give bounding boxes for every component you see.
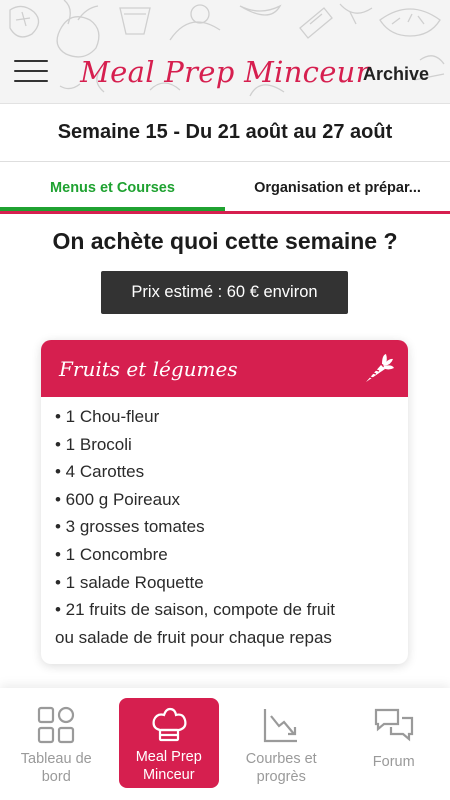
- nav-label: Forum: [341, 753, 446, 771]
- nav-label-line: Courbes et: [245, 751, 317, 767]
- list-item: • 1 salade Roquette: [55, 572, 204, 592]
- trend-chart-icon: [264, 709, 298, 743]
- tab-menus-courses[interactable]: Menus et Courses: [0, 163, 225, 213]
- list-item: • 1 Brocoli: [55, 434, 132, 454]
- nav-label: Courbes et progrès: [229, 750, 334, 786]
- price-estimate-badge: Prix estimé : 60 € environ: [101, 271, 348, 314]
- nav-courbes-progres[interactable]: Courbes et progrès: [225, 688, 338, 800]
- nav-meal-prep-minceur[interactable]: Meal Prep Minceur: [113, 688, 226, 800]
- nav-forum[interactable]: Forum: [338, 688, 450, 800]
- list-item: • 600 g Poireaux: [55, 489, 181, 509]
- nav-label-line: Meal Prep: [135, 749, 202, 765]
- carrot-icon: [366, 354, 394, 382]
- tab-bar-divider: [0, 211, 450, 214]
- chat-bubbles-icon: [374, 708, 413, 742]
- list-item: ou salade de fruit pour chaque repas: [55, 627, 332, 647]
- bottom-navigation: Tableau de bord Meal Prep Minceur Courbe…: [0, 688, 450, 800]
- nav-label: Meal Prep Minceur: [116, 748, 221, 784]
- archive-button[interactable]: Archive: [363, 64, 429, 85]
- chef-hat-icon: [152, 707, 187, 742]
- week-selector[interactable]: Semaine 15 - Du 21 août au 27 août: [0, 104, 450, 162]
- card-title: Fruits et légumes: [59, 356, 238, 381]
- tab-indicator: [0, 207, 450, 214]
- card-header: Fruits et légumes: [41, 340, 408, 397]
- nav-label-line: Tableau de: [20, 751, 92, 767]
- app-header: Meal Prep Minceur Archive: [0, 0, 450, 104]
- nav-label-line: Minceur: [142, 767, 195, 783]
- shopping-category-card: Fruits et légumes • 1 Chou-fleur • 1 Bro…: [41, 340, 408, 664]
- dashboard-grid-icon: [38, 706, 75, 744]
- section-heading: On achète quoi cette semaine ?: [52, 228, 398, 254]
- nav-label-line: Forum: [372, 754, 415, 770]
- tab-organisation[interactable]: Organisation et prépar...: [225, 163, 450, 213]
- nav-label: Tableau de bord: [4, 750, 109, 786]
- tab-bar: Menus et Courses Organisation et prépar.…: [0, 163, 450, 213]
- list-item: • 3 grosses tomates: [55, 517, 205, 537]
- nav-tableau-de-bord[interactable]: Tableau de bord: [0, 688, 113, 800]
- nav-label-line: progrès: [256, 769, 306, 785]
- nav-label-line: bord: [41, 769, 71, 785]
- list-item: • 4 Carottes: [55, 462, 145, 482]
- shopping-list: • 1 Chou-fleur • 1 Brocoli • 4 Carottes …: [41, 397, 408, 651]
- week-title: Semaine 15 - Du 21 août au 27 août: [57, 121, 393, 143]
- list-item: • 1 Concombre: [55, 544, 168, 564]
- list-item: • 1 Chou-fleur: [55, 407, 160, 426]
- list-item: • 21 fruits de saison, compote de fruit: [55, 600, 335, 620]
